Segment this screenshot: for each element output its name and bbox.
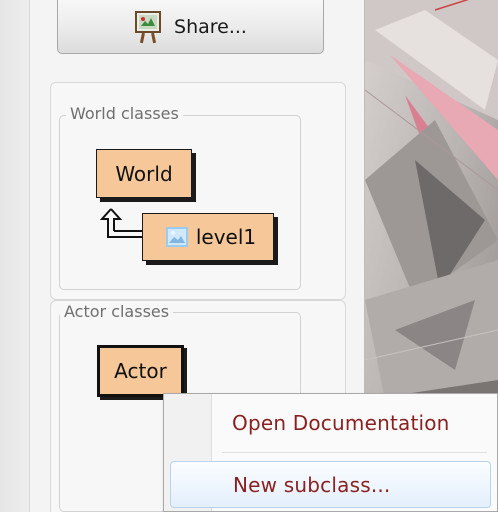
class-level1[interactable]: level1	[142, 213, 274, 261]
class-world-label: World	[115, 161, 173, 186]
menu-item-new-subclass-label: New subclass...	[233, 472, 391, 497]
menu-item-new-subclass[interactable]: New subclass...	[170, 461, 491, 508]
class-actor[interactable]: Actor	[97, 345, 184, 397]
image-icon	[165, 227, 188, 247]
menu-separator	[222, 452, 487, 453]
share-label: Share...	[174, 16, 247, 38]
class-level1-label: level1	[195, 225, 257, 249]
actor-classes-legend: Actor classes	[60, 302, 174, 321]
easel-icon	[135, 11, 162, 44]
class-actor-label: Actor	[114, 359, 167, 383]
share-button[interactable]: Share...	[57, 0, 324, 54]
world-classes-group	[59, 115, 301, 290]
menu-item-open-documentation-label: Open Documentation	[232, 411, 450, 435]
menu-item-open-documentation[interactable]: Open Documentation	[164, 400, 497, 446]
world-classes-legend: World classes	[66, 104, 183, 123]
context-menu: Open Documentation New subclass...	[163, 393, 498, 512]
class-world[interactable]: World	[96, 149, 192, 198]
left-strip	[0, 0, 30, 512]
